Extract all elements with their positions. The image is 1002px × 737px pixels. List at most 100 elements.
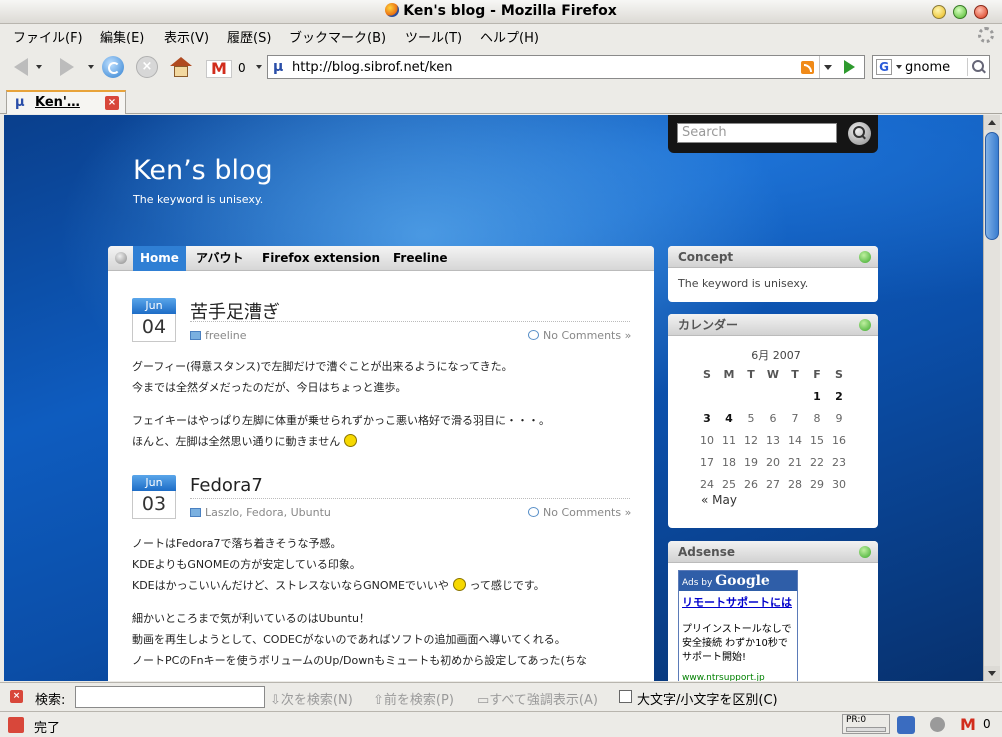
go-button[interactable]: [844, 60, 855, 74]
post-line: ほんと、左脚は全然思い通りに動きません: [132, 435, 341, 448]
menu-history[interactable]: 履歴(S): [227, 27, 271, 46]
calendar-week: 1 2: [696, 385, 850, 407]
forward-button[interactable]: [54, 55, 78, 79]
calendar-prev-month[interactable]: « May: [701, 493, 737, 507]
blog-search-box: Search: [668, 115, 878, 153]
menu-bookmarks[interactable]: ブックマーク(B): [289, 27, 386, 46]
calendar-weekdays: S M T W T F S: [696, 363, 850, 385]
post-category-link[interactable]: Laszlo, Fedora, Ubuntu: [205, 506, 331, 519]
tab-bar: μ Ken'… ×: [0, 88, 1002, 114]
weekday: T: [747, 367, 755, 381]
tab-kens-blog[interactable]: μ Ken'… ×: [6, 90, 126, 114]
post-line: って感じです。: [469, 579, 545, 592]
window-title: Ken's blog - Mozilla Firefox: [403, 3, 617, 19]
home-button[interactable]: [169, 55, 193, 79]
status-disabled-icon[interactable]: [930, 717, 945, 732]
window-title-wrap: Ken's blog - Mozilla Firefox: [0, 3, 1002, 19]
nav-about[interactable]: アバウト: [189, 246, 251, 271]
ad-text: プリインストールなしで安全接続 わずか10秒でサポート開始!: [682, 624, 792, 663]
worried-smiley-icon: [452, 578, 466, 591]
calendar-day-link[interactable]: 3: [696, 407, 718, 429]
ad-title-link[interactable]: リモートサポートには: [682, 596, 797, 609]
rss-feed-icon[interactable]: [801, 61, 814, 74]
post-comments-link[interactable]: No Comments »: [543, 506, 631, 519]
search-input[interactable]: gnome: [905, 60, 950, 75]
search-bar[interactable]: G gnome: [872, 55, 990, 79]
post-comments-link[interactable]: No Comments »: [543, 329, 631, 342]
menu-file[interactable]: ファイル(F): [13, 27, 83, 46]
address-bar[interactable]: μ http://blog.sibrof.net/ken: [267, 55, 865, 79]
post-title[interactable]: Fedora7: [190, 475, 263, 496]
back-history-dropdown[interactable]: [36, 65, 42, 69]
calendar-day-link[interactable]: 1: [806, 385, 828, 407]
gmail-notifier-icon[interactable]: [206, 59, 232, 78]
calendar-day-link[interactable]: 2: [828, 385, 850, 407]
close-window-button[interactable]: [974, 5, 988, 19]
url-text[interactable]: http://blog.sibrof.net/ken: [292, 60, 452, 75]
post-comments: No Comments »: [528, 329, 631, 342]
menu-tools[interactable]: ツール(T): [405, 27, 462, 46]
back-button[interactable]: [10, 55, 34, 79]
scroll-thumb[interactable]: [985, 132, 999, 240]
scroll-down-button[interactable]: [984, 666, 1000, 681]
match-case-label[interactable]: 大文字/小文字を区別(C): [637, 689, 778, 708]
maximize-button[interactable]: [953, 5, 967, 19]
tab-label[interactable]: Ken'…: [35, 95, 80, 110]
comment-icon: [528, 507, 539, 517]
ads-by-google[interactable]: Ads by Google: [679, 571, 797, 591]
calendar-day: [784, 385, 806, 407]
home-icon: [170, 57, 192, 77]
post-line: グーフィー(得意スタンス)で左脚だけで漕ぐことが出来るようになってきた。: [132, 360, 513, 373]
ad-url[interactable]: www.ntrsupport.jp: [682, 673, 765, 681]
url-history-dropdown[interactable]: [824, 65, 832, 70]
url-separator: [819, 56, 820, 78]
reload-button[interactable]: [101, 55, 125, 79]
search-magnifier-icon[interactable]: [967, 58, 987, 76]
vertical-scrollbar[interactable]: [983, 115, 1000, 681]
status-bar: 完了 PR:0 0: [0, 711, 1002, 737]
post-line: 今までは全然ダメだったのだが、今日はちょっと進歩。: [132, 381, 407, 394]
tab-close-icon[interactable]: ×: [105, 96, 119, 110]
extension-icon[interactable]: [897, 716, 915, 734]
calendar-day: 18: [722, 455, 736, 469]
post-comments: No Comments »: [528, 506, 631, 519]
status-error-icon[interactable]: [8, 717, 24, 733]
calendar-day: 21: [788, 455, 802, 469]
weekday: M: [723, 367, 735, 381]
google-engine-icon[interactable]: G: [876, 59, 892, 75]
ad-unit[interactable]: Ads by Google リモートサポートには プリインストールなしで安全接続…: [678, 570, 798, 681]
nav-home[interactable]: Home: [133, 246, 186, 271]
menu-edit[interactable]: 編集(E): [100, 27, 144, 46]
post-category-link[interactable]: freeline: [205, 329, 247, 342]
highlight-all-button[interactable]: ▭すべて強調表示(A): [477, 689, 598, 708]
forward-history-dropdown[interactable]: [88, 65, 94, 69]
find-close-icon[interactable]: ×: [10, 690, 23, 703]
calendar-day: 5: [747, 411, 755, 425]
minimize-button[interactable]: [932, 5, 946, 19]
search-engine-dropdown[interactable]: [896, 65, 902, 69]
find-input[interactable]: [75, 686, 265, 708]
calendar-day-link[interactable]: 4: [718, 407, 740, 429]
gmail-status-icon[interactable]: [960, 715, 980, 733]
stop-button[interactable]: ×: [135, 55, 159, 79]
blog-search-input[interactable]: Search: [677, 123, 837, 143]
blog-title[interactable]: Ken’s blog: [133, 155, 273, 186]
calendar-week: 24 25 26 27 28 29 30: [696, 473, 850, 495]
nav-freeline[interactable]: Freeline: [386, 246, 455, 271]
blog-search-icon[interactable]: [848, 122, 871, 145]
scroll-up-button[interactable]: [984, 115, 1000, 130]
find-prev-button[interactable]: ⇧前を検索(P): [373, 689, 454, 708]
calendar-day: 30: [832, 477, 846, 491]
calendar-widget: カレンダー 6月 2007 S M T W T F S 1 2 3 4 5 6 …: [668, 314, 878, 528]
sad-smiley-icon: [344, 434, 358, 447]
menu-view[interactable]: 表示(V): [164, 27, 209, 46]
gmail-dropdown[interactable]: [256, 65, 262, 69]
find-next-button[interactable]: ⇩次を検索(N): [270, 689, 353, 708]
nav-firefox-extension[interactable]: Firefox extension: [255, 246, 387, 271]
post-line: ノートはFedora7で落ち着きそうな予感。: [132, 537, 342, 550]
pagerank-indicator[interactable]: PR:0: [842, 714, 890, 734]
match-case-checkbox[interactable]: [619, 690, 632, 703]
menu-help[interactable]: ヘルプ(H): [480, 27, 539, 46]
calendar-day: [762, 385, 784, 407]
calendar-week: 10 11 12 13 14 15 16: [696, 429, 850, 451]
